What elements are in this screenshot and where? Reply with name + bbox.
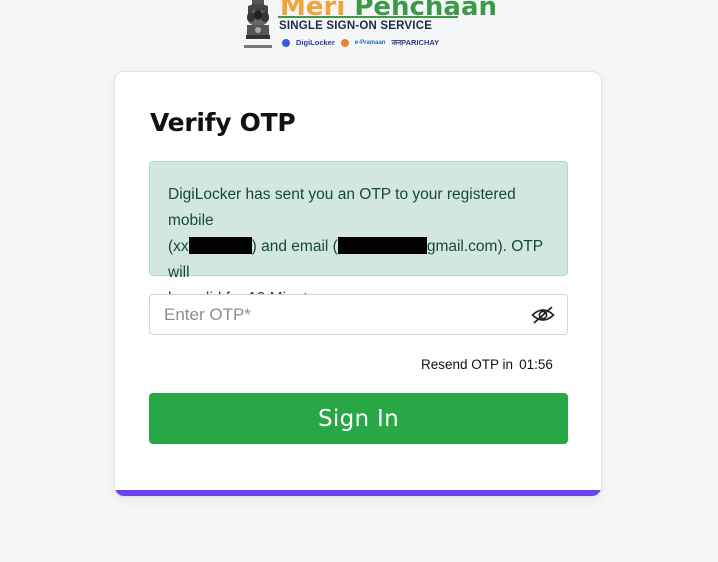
resend-otp-row: Resend OTP in 01:56 <box>421 357 553 372</box>
brand-title-part2: Pehchaan <box>354 0 498 22</box>
epramaan-icon <box>340 39 349 47</box>
otp-input[interactable] <box>150 295 520 334</box>
brand-underline <box>278 16 458 18</box>
otp-sent-alert: DigiLocker has sent you an OTP to your r… <box>149 161 568 307</box>
alert-mobile-prefix: (xx <box>168 238 189 255</box>
partner-digilocker: DigiLocker <box>296 38 335 47</box>
redacted-mobile <box>188 237 252 254</box>
resend-timer: 01:56 <box>519 357 553 372</box>
page-title: Verify OTP <box>150 108 296 137</box>
eye-slash-icon[interactable] <box>531 305 555 325</box>
resend-otp-label: Resend OTP in <box>421 357 514 372</box>
national-emblem-icon <box>244 0 272 48</box>
page: Meri Pehchaan SINGLE SIGN-ON SERVICE Dig… <box>0 0 718 562</box>
brand-logo: Meri Pehchaan SINGLE SIGN-ON SERVICE Dig… <box>240 0 497 54</box>
partner-epramaan: e-Pramaan <box>354 40 386 46</box>
partner-logos: DigiLocker e-Pramaan जनPARICHAY <box>282 37 439 49</box>
brand-subtitle: SINGLE SIGN-ON SERVICE <box>279 20 433 32</box>
verify-otp-card: Verify OTP DigiLocker has sent you an OT… <box>114 71 602 497</box>
digilocker-icon <box>282 39 290 47</box>
partner-janparichay: जनPARICHAY <box>391 38 440 47</box>
redacted-email <box>337 237 427 254</box>
brand-title-part1: Meri <box>280 0 346 22</box>
brand-title: Meri Pehchaan <box>280 0 497 22</box>
alert-mid: ) and email ( <box>251 238 338 255</box>
otp-field <box>149 294 568 335</box>
sign-in-button[interactable]: Sign In <box>149 393 568 444</box>
card-accent-bar <box>115 490 601 496</box>
alert-line1: DigiLocker has sent you an OTP to your r… <box>168 186 516 229</box>
